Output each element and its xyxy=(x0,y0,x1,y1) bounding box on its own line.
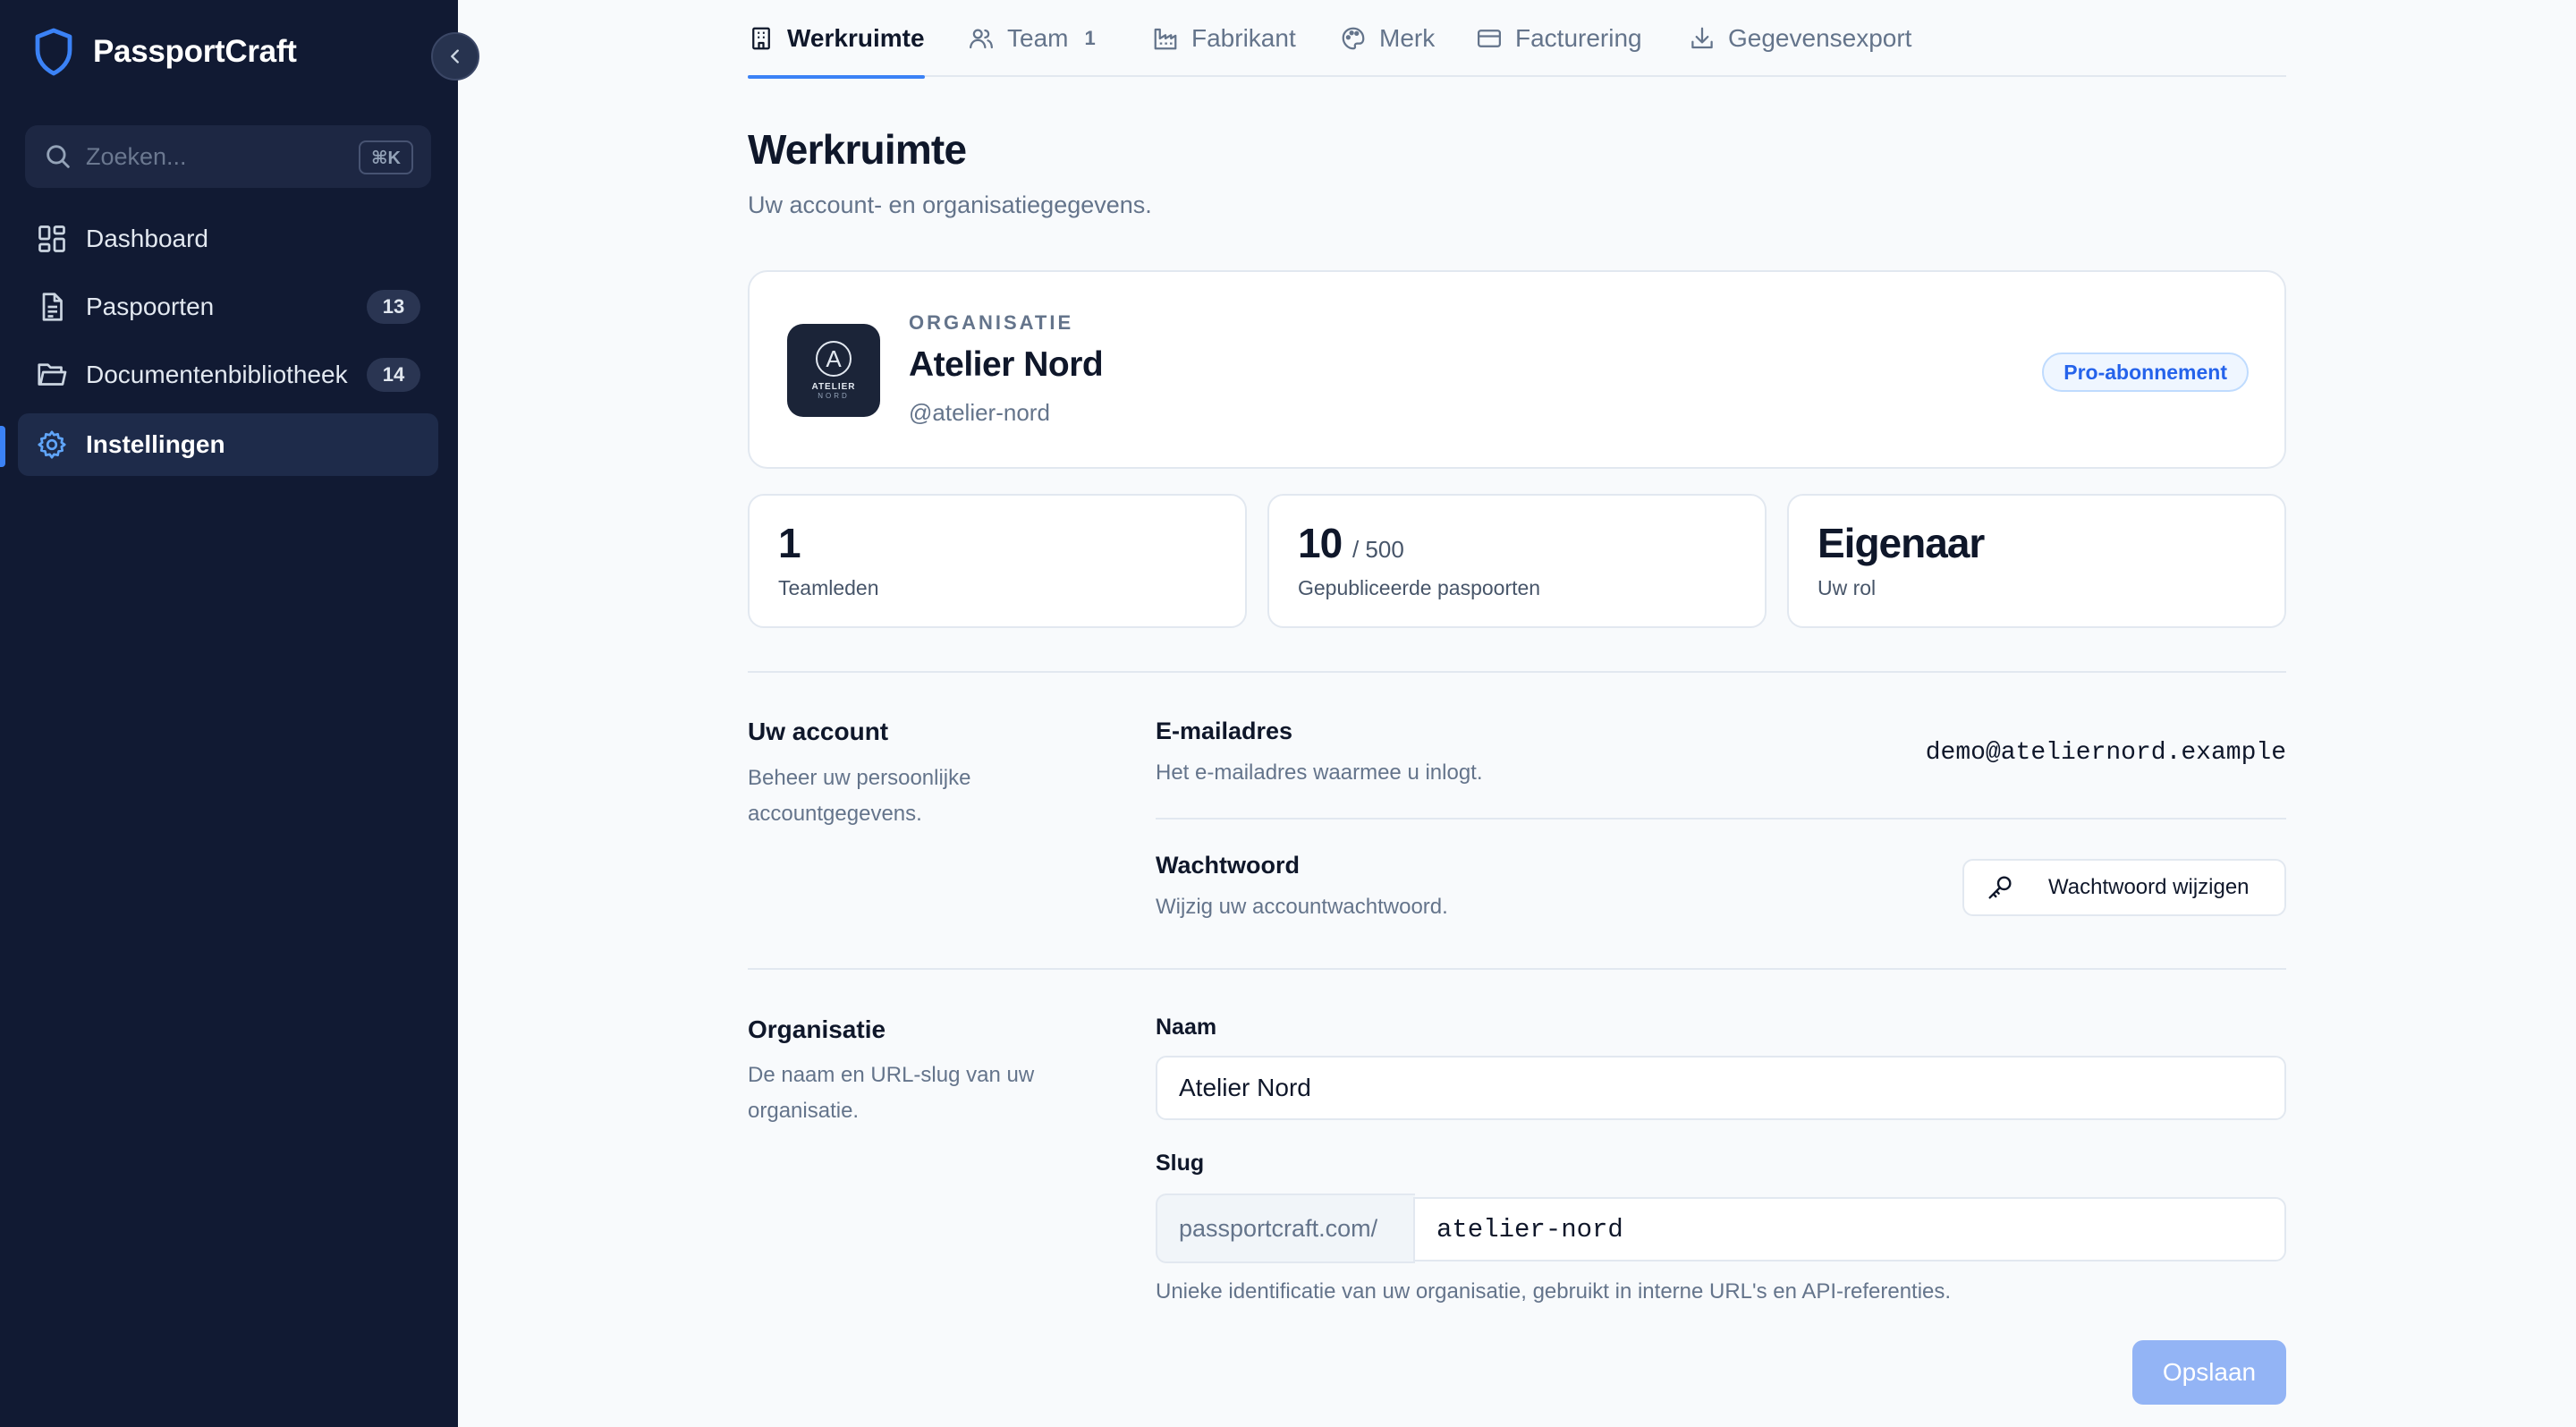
slug-prefix: passportcraft.com/ xyxy=(1156,1193,1415,1263)
tab-label: Facturering xyxy=(1515,24,1642,52)
gear-icon xyxy=(38,430,66,459)
document-icon xyxy=(42,293,63,321)
stat-card-team-members: 1 Teamleden xyxy=(748,494,1247,628)
organization-section-title: Organisatie xyxy=(748,1015,886,1043)
section-divider xyxy=(748,671,2286,673)
stat-caption: Gepubliceerde paspoorten xyxy=(1298,576,1541,599)
account-section-title: Uw account xyxy=(748,718,889,745)
name-label: Naam xyxy=(1156,1015,1217,1040)
active-indicator xyxy=(0,426,5,467)
field-divider xyxy=(1156,818,2286,820)
save-button[interactable]: Opslaan xyxy=(2132,1340,2286,1405)
settings-tabs: Werkruimte Team 1 Fabrikant Merk Facture… xyxy=(748,0,2286,79)
organization-section-description: De naam en URL-slug van uw organisatie. xyxy=(748,1063,1035,1123)
sidebar: PassportCraft ⌘K Dashboard Paspoorten 13… xyxy=(0,0,458,1427)
folder-icon xyxy=(38,363,67,386)
password-label: Wachtwoord xyxy=(1156,852,1300,879)
page-title: Werkruimte xyxy=(748,126,967,173)
organization-name-input[interactable] xyxy=(1156,1056,2286,1120)
change-password-label: Wachtwoord wijzigen xyxy=(2048,875,2250,899)
key-icon xyxy=(1988,876,2012,899)
chevron-left-icon xyxy=(451,49,459,64)
slug-help: Unieke identificatie van uw organisatie,… xyxy=(1156,1279,1952,1304)
stat-suffix: / 500 xyxy=(1352,536,1404,563)
stat-caption: Uw rol xyxy=(1818,576,1877,599)
organization-card: A ATELIER NORD ORGANISATIE Atelier Nord … xyxy=(748,270,2286,469)
count-badge: 13 xyxy=(367,290,420,324)
email-label: E-mailadres xyxy=(1156,718,1293,744)
organization-logo: A ATELIER NORD xyxy=(787,324,880,417)
credit-card-icon xyxy=(1478,30,1501,47)
sidebar-item-paspoorten[interactable]: Paspoorten 13 xyxy=(18,276,438,338)
change-password-button[interactable]: Wachtwoord wijzigen xyxy=(1962,859,2286,916)
page-subtitle: Uw account- en organisatiegegevens. xyxy=(748,191,1152,218)
sidebar-item-documentenbibliotheek[interactable]: Documentenbibliotheek 14 xyxy=(18,344,438,406)
factory-icon xyxy=(1154,28,1177,50)
tab-label: Fabrikant xyxy=(1191,24,1296,52)
logo-text-line-2: NORD xyxy=(818,392,850,400)
tab-facturering[interactable]: Facturering xyxy=(1476,0,1642,77)
count-badge: 14 xyxy=(367,358,420,392)
sidebar-item-label: Instellingen xyxy=(86,430,225,458)
sidebar-item-label: Documentenbibliotheek xyxy=(86,361,348,388)
search-input[interactable] xyxy=(86,142,354,171)
stat-card-role: Eigenaar Uw rol xyxy=(1787,494,2286,628)
organization-name: Atelier Nord xyxy=(909,345,1104,384)
grid-icon xyxy=(38,225,65,252)
tab-gegevensexport[interactable]: Gegevensexport xyxy=(1689,0,1911,77)
stat-card-published-passports: 10 / 500 Gepubliceerde paspoorten xyxy=(1267,494,1767,628)
account-section-description: Beheer uw persoonlijke accountgegevens. xyxy=(748,766,971,826)
palette-icon xyxy=(1342,27,1365,50)
sidebar-item-dashboard[interactable]: Dashboard xyxy=(18,208,438,270)
tab-team[interactable]: Team 1 xyxy=(968,0,1096,77)
organization-handle: @atelier-nord xyxy=(909,399,1050,426)
logo-text-line-1: ATELIER xyxy=(811,382,856,392)
tab-fabrikant[interactable]: Fabrikant xyxy=(1152,0,1296,77)
plan-badge: Pro-abonnement xyxy=(2042,353,2249,392)
collapse-sidebar-button[interactable] xyxy=(431,32,479,81)
tab-label: Gegevensexport xyxy=(1728,24,1912,52)
search-shortcut: ⌘K xyxy=(359,140,413,174)
shield-logo-icon xyxy=(35,28,72,76)
logo-letter: A xyxy=(816,341,852,377)
sidebar-item-label: Dashboard xyxy=(86,225,208,252)
stat-caption: Teamleden xyxy=(778,576,879,599)
stat-value: Eigenaar xyxy=(1818,520,1985,566)
tab-werkruimte[interactable]: Werkruimte xyxy=(748,0,925,79)
stat-value: 1 xyxy=(778,520,801,566)
stat-value: 10 / 500 xyxy=(1298,520,1404,566)
tab-label: Werkruimte xyxy=(787,24,925,52)
organization-eyebrow: ORGANISATIE xyxy=(909,311,1074,334)
tab-label: Team xyxy=(1007,24,1069,52)
slug-label: Slug xyxy=(1156,1151,1205,1176)
download-icon xyxy=(1691,27,1713,49)
sidebar-item-instellingen[interactable]: Instellingen xyxy=(18,413,438,476)
slug-input[interactable] xyxy=(1413,1197,2286,1261)
section-divider xyxy=(748,968,2286,970)
search-box[interactable]: ⌘K xyxy=(25,125,431,188)
building-icon xyxy=(752,27,770,50)
email-value: demo@ateliernord.example xyxy=(1925,739,2286,767)
email-help: Het e-mailadres waarmee u inlogt. xyxy=(1156,760,1483,785)
app-name: PassportCraft xyxy=(93,34,297,69)
sidebar-item-label: Paspoorten xyxy=(86,293,215,320)
users-icon xyxy=(970,29,993,49)
tab-merk[interactable]: Merk xyxy=(1340,0,1435,77)
password-help: Wijzig uw accountwachtwoord. xyxy=(1156,895,1448,919)
team-count-badge: 1 xyxy=(1084,27,1096,49)
tab-label: Merk xyxy=(1379,24,1436,52)
brand[interactable]: PassportCraft xyxy=(32,27,297,77)
search-icon xyxy=(47,145,70,168)
